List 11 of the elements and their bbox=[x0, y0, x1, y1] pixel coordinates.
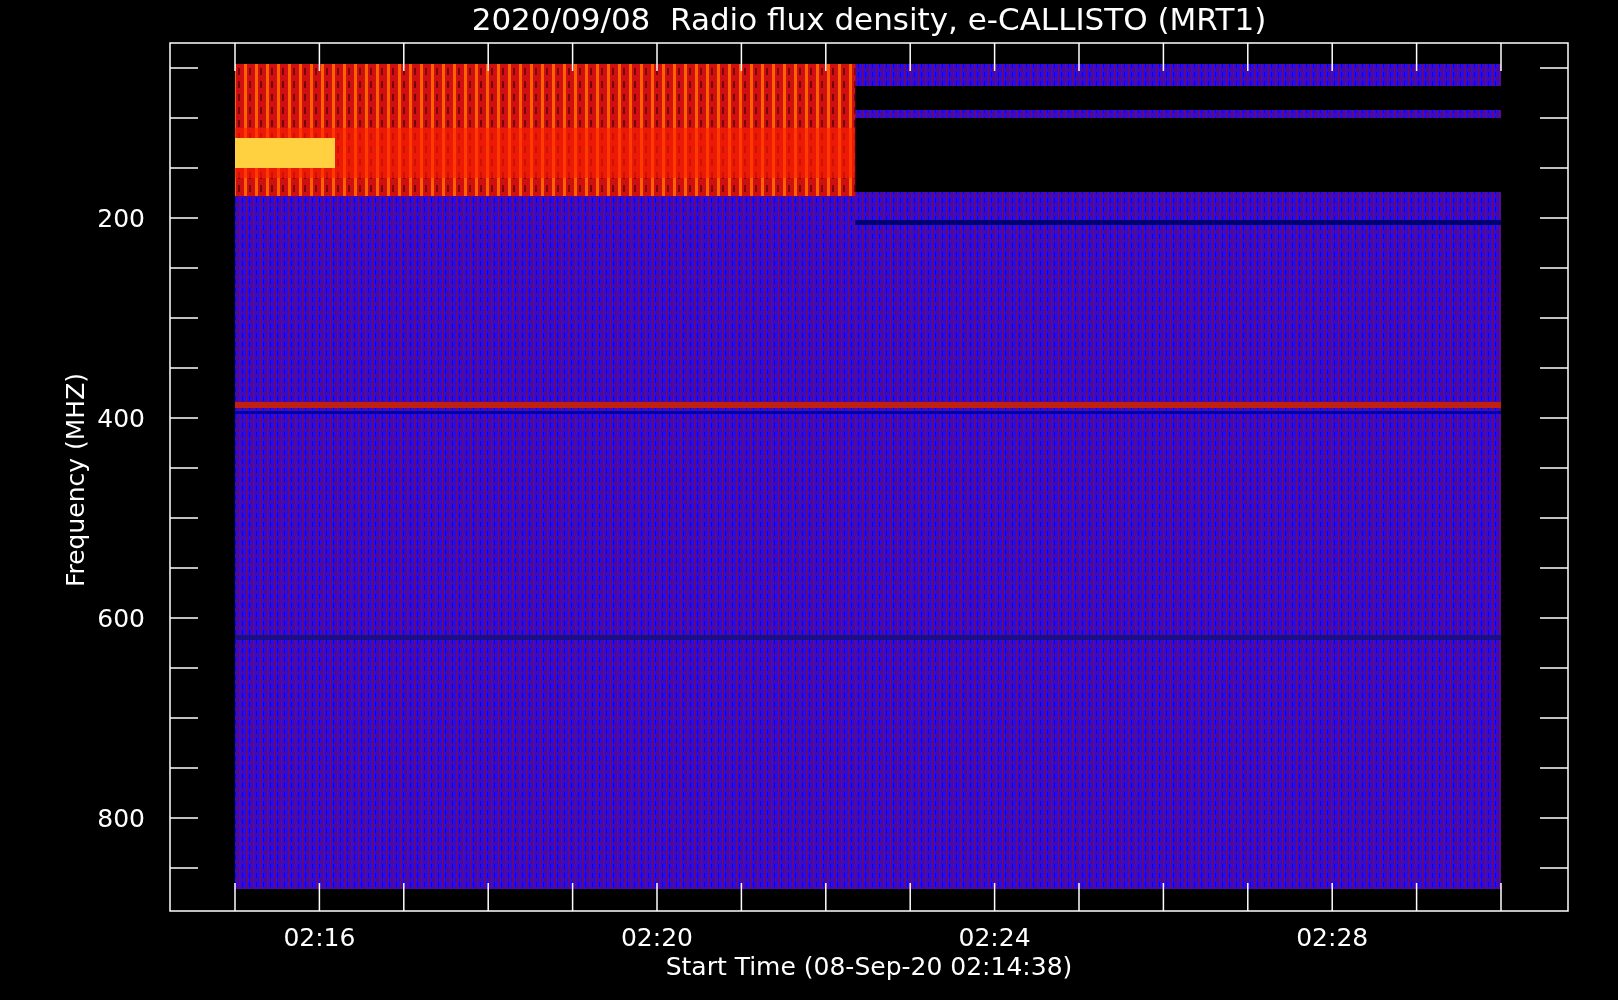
tick-label: 02:16 bbox=[283, 923, 356, 952]
tick-label: 02:20 bbox=[621, 923, 693, 952]
tick-label: 200 bbox=[97, 204, 145, 233]
tick-label: 800 bbox=[97, 804, 145, 833]
tick-label: 02:24 bbox=[958, 923, 1031, 952]
tick-label: 02:28 bbox=[1296, 923, 1369, 952]
axis-title: Start Time (08-Sep-20 02:14:38) bbox=[665, 952, 1073, 981]
tick-label: 600 bbox=[97, 604, 145, 633]
tick-label: 400 bbox=[97, 404, 145, 433]
axis-title: Frequency (MHZ) bbox=[61, 372, 90, 588]
chart-title: 2020/09/08 Radio flux density, e-CALLISTO (MRT1) bbox=[471, 1, 1267, 37]
